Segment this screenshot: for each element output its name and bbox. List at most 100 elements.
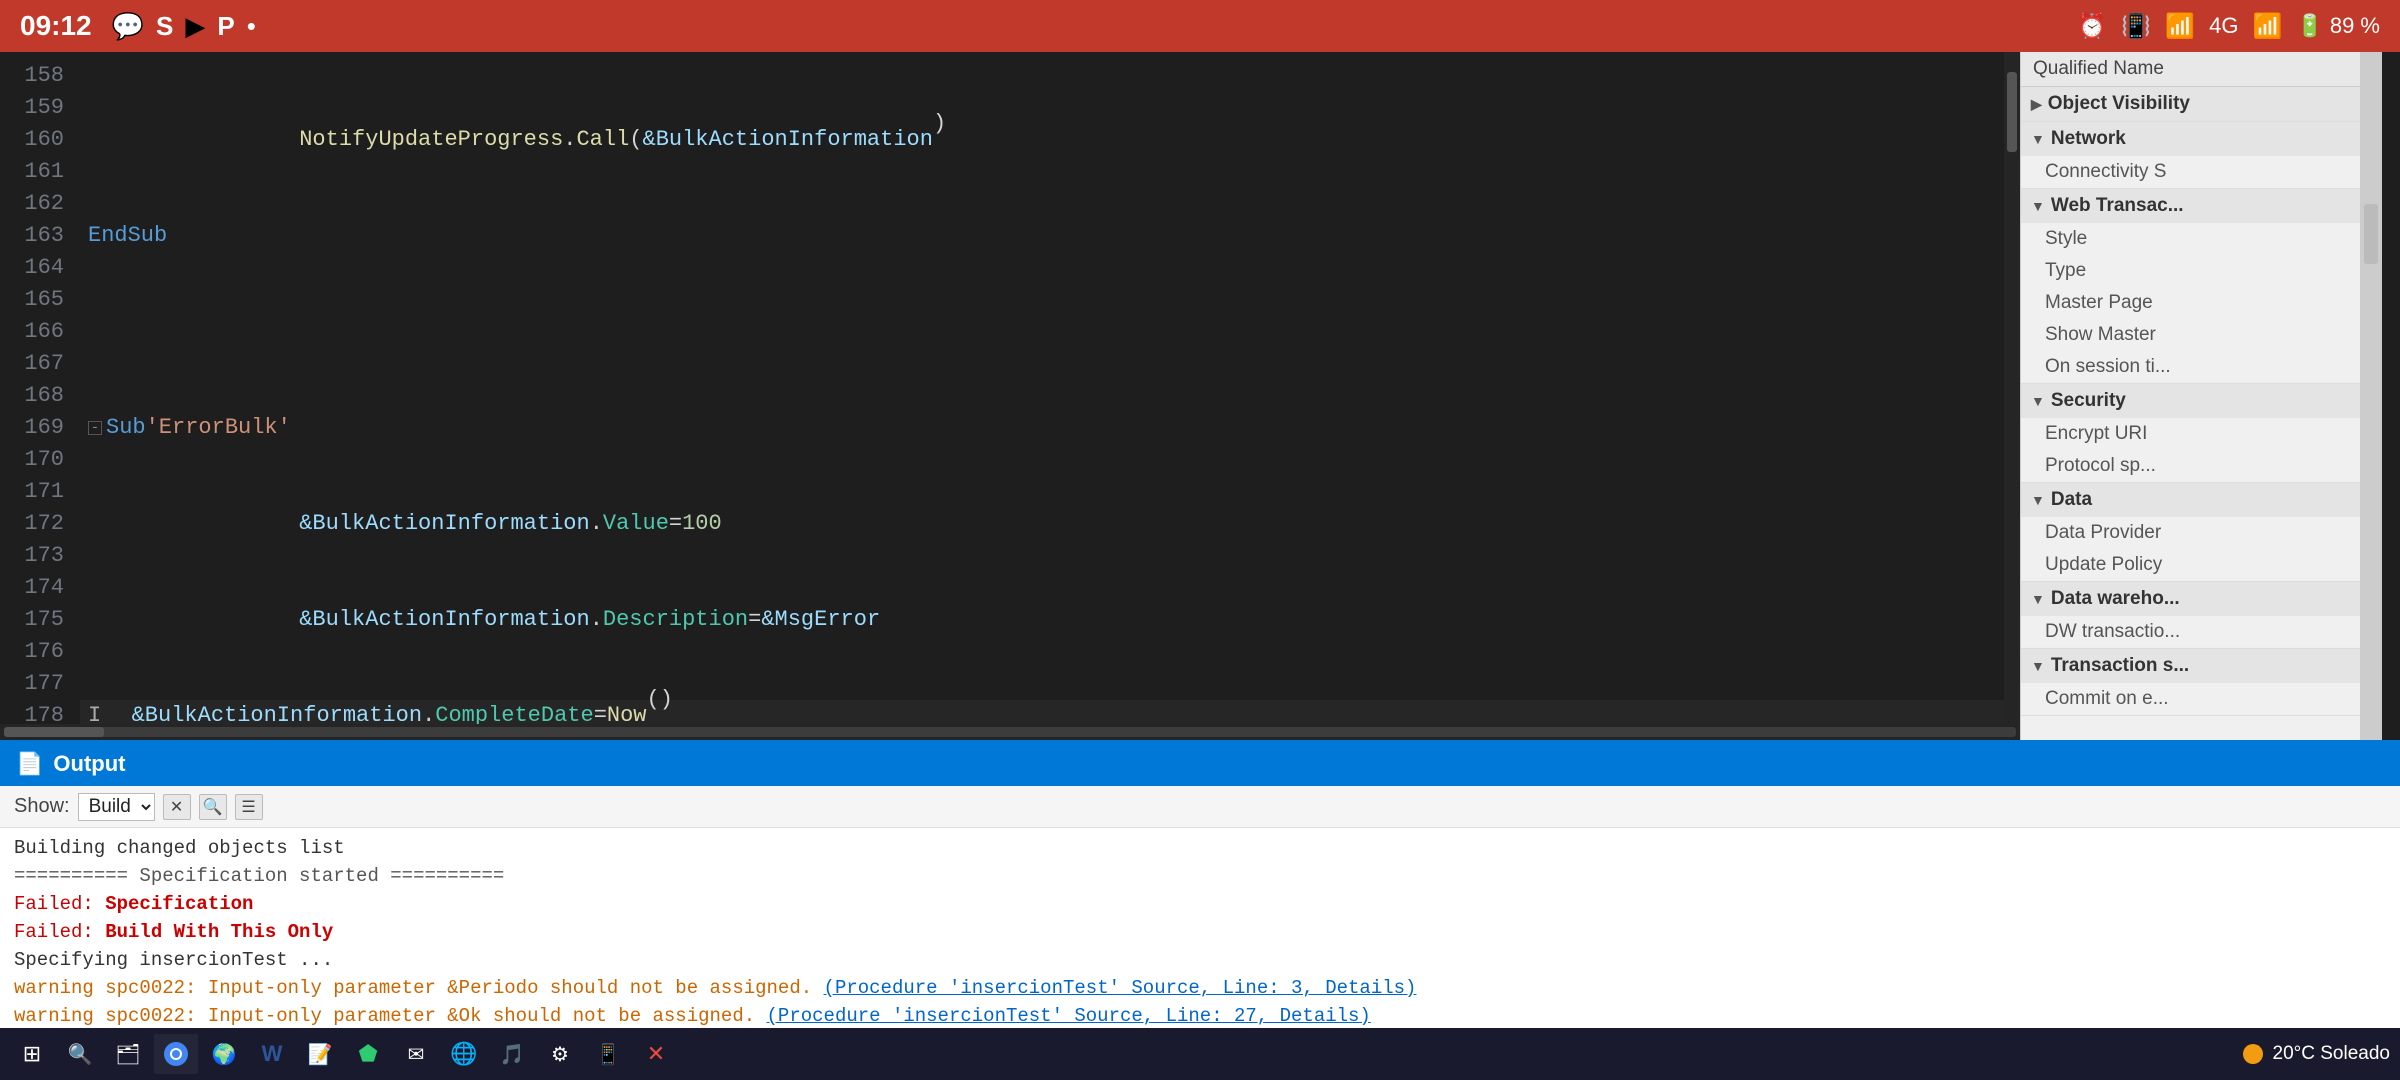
h-scrollbar-thumb[interactable]	[4, 727, 104, 737]
output-line-3: Failed: Specification	[14, 890, 2386, 918]
output-search-btn[interactable]: 🔍	[199, 794, 227, 820]
output-line-7: warning spc0022: Input-only parameter &O…	[14, 1002, 2386, 1030]
taskbar-notes-icon[interactable]: 📝	[298, 1034, 342, 1074]
code-line-162: &BulkActionInformation.Value = 100	[80, 508, 2004, 540]
taskbar-settings-icon[interactable]: ⚙	[538, 1034, 582, 1074]
item-label-style: Style	[2045, 228, 2165, 250]
section-label-data: Data	[2051, 489, 2092, 511]
output-warn-2: warning spc0022: Input-only parameter &O…	[14, 1005, 767, 1027]
output-header: 📄 Output	[0, 742, 2400, 786]
section-header-network[interactable]: ▼ Network	[2021, 122, 2360, 156]
output-line-2: ========== Specification started =======…	[14, 862, 2386, 890]
right-panel-scrollbar[interactable]	[2360, 52, 2382, 740]
taskbar-chrome-icon[interactable]	[154, 1034, 198, 1074]
chevron-security: ▼	[2031, 393, 2045, 409]
code-line-160	[80, 316, 2004, 348]
taskbar-right: 20°C Soleado	[2243, 1043, 2390, 1065]
right-panel-scroll-thumb[interactable]	[2364, 204, 2378, 264]
chevron-data: ▼	[2031, 492, 2045, 508]
item-master-page: Master Page	[2021, 287, 2360, 319]
output-show-select[interactable]: Build	[78, 793, 155, 821]
taskbar-mail-icon[interactable]: ✉	[394, 1034, 438, 1074]
taskbar-search-icon[interactable]: 🔍	[58, 1034, 102, 1074]
item-label-dw-transaction: DW transactio...	[2045, 621, 2180, 643]
output-title: Output	[53, 751, 125, 777]
section-data-warehouse: ▼ Data wareho... DW transactio...	[2021, 582, 2360, 649]
section-label-web-transac: Web Transac...	[2051, 195, 2184, 217]
right-panel: Qualified Name ▶ Object Visibility ▼ Net…	[2020, 52, 2360, 740]
taskbar-red-close-icon[interactable]: ✕	[634, 1034, 678, 1074]
section-header-security[interactable]: ▼ Security	[2021, 384, 2360, 418]
editor-area: 158 159 160 161 162 163 164 165 166 167 …	[0, 52, 2400, 740]
taskbar-firefox-icon[interactable]: 🌍	[202, 1034, 246, 1074]
main-container: 158 159 160 161 162 163 164 165 166 167 …	[0, 52, 2400, 1080]
taskbar-weather-label: 20°C Soleado	[2273, 1043, 2390, 1065]
item-label-on-session: On session ti...	[2045, 356, 2171, 378]
item-label-data-provider: Data Provider	[2045, 522, 2165, 544]
section-web-transac: ▼ Web Transac... Style Type Master Page …	[2021, 189, 2360, 384]
output-failed-build: Failed:	[14, 921, 105, 943]
output-clear-btn[interactable]: ✕	[163, 794, 191, 820]
item-type: Type	[2021, 255, 2360, 287]
line-numbers: 158 159 160 161 162 163 164 165 166 167 …	[0, 52, 80, 724]
youtube-icon: ▶	[185, 11, 205, 42]
chevron-web-transac: ▼	[2031, 198, 2045, 214]
item-dw-transaction: DW transactio...	[2021, 616, 2360, 648]
taskbar-edge-icon[interactable]: 🌐	[442, 1034, 486, 1074]
pocket-icon: P	[217, 11, 234, 42]
taskbar-weather-dot	[2243, 1044, 2263, 1064]
whatsapp-icon: 💬	[112, 11, 144, 42]
network-icon: 4G	[2209, 13, 2238, 39]
output-line-1: Building changed objects list	[14, 834, 2386, 862]
section-header-transaction[interactable]: ▼ Transaction s...	[2021, 649, 2360, 683]
section-label-object-visibility: Object Visibility	[2048, 93, 2190, 115]
item-label-connectivity: Connectivity S	[2045, 161, 2166, 183]
taskbar-music-icon[interactable]: 🎵	[490, 1034, 534, 1074]
output-toolbar: Show: Build ✕ 🔍 ☰	[0, 786, 2400, 828]
output-show-label: Show:	[14, 795, 70, 818]
code-panel[interactable]: 158 159 160 161 162 163 164 165 166 167 …	[0, 52, 2020, 740]
section-header-web-transac[interactable]: ▼ Web Transac...	[2021, 189, 2360, 223]
taskbar-mobile-icon[interactable]: 📱	[586, 1034, 630, 1074]
taskbar-word-icon[interactable]: W	[250, 1034, 294, 1074]
chevron-transaction: ▼	[2031, 658, 2045, 674]
item-style: Style	[2021, 223, 2360, 255]
output-failed-build-text: Build With This Only	[105, 921, 333, 943]
taskbar-green-icon[interactable]: ⬟	[346, 1034, 390, 1074]
section-header-object-visibility[interactable]: ▶ Object Visibility	[2021, 87, 2360, 121]
code-scrollbar[interactable]	[2004, 52, 2020, 724]
section-header-data-warehouse[interactable]: ▼ Data wareho...	[2021, 582, 2360, 616]
section-transaction: ▼ Transaction s... Commit on e...	[2021, 649, 2360, 716]
qualified-name-label: Qualified Name	[2033, 58, 2164, 80]
battery-icon: 🔋 89 %	[2296, 13, 2380, 39]
alarm-icon: ⏰	[2077, 12, 2107, 41]
chevron-network: ▼	[2031, 131, 2045, 147]
output-failed-spec: Failed:	[14, 893, 105, 915]
code-scrollbar-thumb[interactable]	[2007, 72, 2017, 152]
chevron-object-visibility: ▶	[2031, 96, 2042, 113]
output-icon: 📄	[16, 751, 43, 777]
section-header-data[interactable]: ▼ Data	[2021, 483, 2360, 517]
output-wrap-btn[interactable]: ☰	[235, 794, 263, 820]
section-network: ▼ Network Connectivity S	[2021, 122, 2360, 189]
section-security: ▼ Security Encrypt URI Protocol sp...	[2021, 384, 2360, 483]
output-line-4: Failed: Build With This Only	[14, 918, 2386, 946]
item-on-session: On session ti...	[2021, 351, 2360, 383]
code-line-161: -Sub 'ErrorBulk'	[80, 412, 2004, 444]
h-scrollbar[interactable]	[0, 724, 2020, 740]
output-warn-2-link[interactable]: (Procedure 'insercionTest' Source, Line:…	[767, 1005, 1371, 1027]
section-object-visibility: ▶ Object Visibility	[2021, 87, 2360, 122]
item-label-update-policy: Update Policy	[2045, 554, 2165, 576]
section-label-network: Network	[2051, 128, 2126, 150]
section-label-data-warehouse: Data wareho...	[2051, 588, 2180, 610]
status-bar: 09:12 💬 S ▶ P • ⏰ 📳 📶 4G 📶 🔋 89 %	[0, 0, 2400, 52]
output-failed-spec-text: Specification	[105, 893, 253, 915]
status-icons: 💬 S ▶ P •	[112, 11, 256, 42]
taskbar-files-icon[interactable]: 🗂	[106, 1034, 150, 1074]
windows-start-btn[interactable]: ⊞	[10, 1034, 54, 1074]
section-label-transaction: Transaction s...	[2051, 655, 2189, 677]
output-warn-1-link[interactable]: (Procedure 'insercionTest' Source, Line:…	[824, 977, 1417, 999]
item-commit: Commit on e...	[2021, 683, 2360, 715]
taskbar: ⊞ 🔍 🗂 🌍 W 📝 ⬟ ✉ 🌐 🎵 ⚙ 📱 ✕ 20°C Soleado	[0, 1028, 2400, 1080]
item-encrypt-uri: Encrypt URI	[2021, 418, 2360, 450]
